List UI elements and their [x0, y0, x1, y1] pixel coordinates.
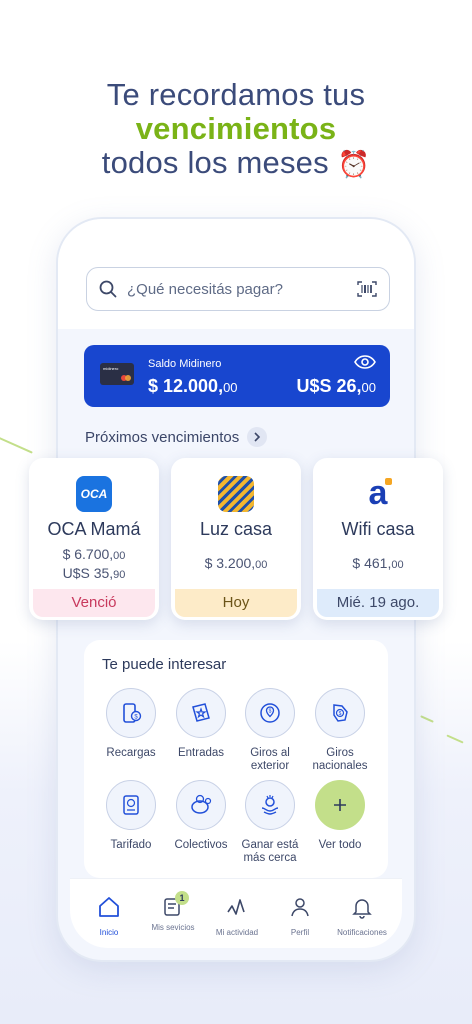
amount-main: U$S 35,	[62, 565, 114, 581]
due-status-badge: Venció	[33, 589, 155, 617]
logo-accent-dot	[385, 478, 392, 485]
headline-line3-text: todos los meses	[101, 145, 329, 180]
due-card-name: OCA Mamá	[47, 519, 141, 539]
nav-label: Perfil	[290, 928, 310, 937]
phone-recharge-icon: $	[106, 688, 156, 738]
chevron-right-icon[interactable]	[247, 427, 268, 447]
globe-transfer-icon: $	[245, 688, 295, 738]
bell-icon	[352, 899, 372, 919]
headline-line3: todos los meses ⏰	[0, 146, 472, 181]
nav-icon-wrap: 1	[140, 891, 206, 919]
tile-ganar[interactable]: Ganar está más cerca	[235, 780, 305, 865]
oca-logo-icon: OCA	[76, 476, 112, 512]
card-logo-circle	[125, 375, 131, 381]
amount-main: $ 3.200,	[204, 555, 256, 571]
amount-cents: 00	[391, 559, 404, 571]
tile-label: Giros nacionales	[312, 747, 368, 772]
nav-label: Notificaciones	[337, 928, 387, 937]
amount-main: $ 6.700,	[62, 546, 114, 562]
tile-label: Colectivos	[174, 839, 228, 851]
due-card-oca[interactable]: OCA OCA Mamá $ 6.700,00 U$S 35,90 Venció	[29, 458, 159, 620]
balance-usd-cents: 00	[361, 380, 376, 395]
due-card-amount: $ 6.700,00	[29, 546, 159, 562]
tile-colectivos[interactable]: Colectivos	[166, 780, 236, 852]
piggy-bank-icon	[176, 780, 226, 830]
nav-inicio[interactable]: Inicio	[76, 895, 142, 937]
plus-icon	[315, 780, 365, 830]
balance-pesos: $ 12.000,00	[148, 376, 238, 397]
search-placeholder: ¿Qué necesitás pagar?	[127, 280, 283, 298]
notification-badge: 1	[175, 891, 189, 905]
nav-mi-actividad[interactable]: Mi actividad	[204, 895, 270, 937]
balance-usd-main: U$S 26,	[296, 376, 362, 396]
svg-text:$: $	[339, 711, 342, 717]
due-card-name: Wifi casa	[341, 519, 415, 539]
balance-card[interactable]: midinero Saldo Midinero $ 12.000,00 U$S …	[84, 345, 390, 407]
due-card-luz[interactable]: Luz casa $ 3.200,00 Hoy	[171, 458, 301, 620]
nav-perfil[interactable]: Perfil	[267, 895, 333, 937]
due-status-badge: Hoy	[175, 589, 297, 617]
tile-giros-exterior[interactable]: $ Giros al exterior	[235, 688, 305, 773]
alarm-clock-icon: ⏰	[337, 149, 371, 179]
tile-recargas[interactable]: $ Recargas	[96, 688, 166, 760]
national-transfer-icon: $	[315, 688, 365, 738]
tariff-icon	[106, 780, 156, 830]
balance-dollars: U$S 26,00	[296, 376, 376, 397]
amount-main: $ 461,	[352, 555, 392, 571]
tile-ver-todo[interactable]: Ver todo	[305, 780, 375, 852]
headline-line1: Te recordamos tus	[106, 77, 366, 112]
due-card-amount: $ 3.200,00	[171, 555, 301, 571]
due-card-wifi[interactable]: a Wifi casa $ 461,00 Mié. 19 ago.	[313, 458, 443, 620]
amount-cents: 90	[113, 569, 126, 581]
tile-label: Ver todo	[318, 839, 362, 851]
activity-icon	[227, 899, 245, 915]
due-card-amount: $ 461,00	[313, 555, 443, 571]
nav-notificaciones[interactable]: Notificaciones	[329, 895, 395, 937]
tile-giros-nacionales[interactable]: $ Giros nacionales	[305, 688, 375, 773]
due-status-badge: Mié. 19 ago.	[317, 589, 439, 617]
nav-label: Inicio	[99, 928, 119, 937]
upcoming-title: Próximos vencimientos	[85, 428, 240, 446]
tile-label: Tarifado	[110, 839, 152, 851]
promo-headline: Te recordamos tus vencimientos todos los…	[0, 78, 472, 181]
lottery-icon	[245, 780, 295, 830]
search-bar[interactable]: ¿Qué necesitás pagar?	[86, 267, 390, 311]
interest-section: Te puede interesar $ Recargas Entradas $…	[84, 640, 388, 878]
tile-label: Recargas	[106, 747, 156, 759]
tile-label: Ganar está más cerca	[241, 839, 299, 864]
card-thumbnail: midinero	[100, 363, 134, 385]
tile-tarifado[interactable]: Tarifado	[96, 780, 166, 852]
nav-label: Mis sevicios	[151, 923, 195, 932]
nav-label: Mi actividad	[215, 928, 259, 937]
home-icon	[99, 897, 119, 917]
upcoming-header[interactable]: Próximos vencimientos	[85, 427, 268, 447]
interest-title: Te puede interesar	[102, 656, 227, 673]
decoration-line	[0, 436, 33, 454]
ticket-star-icon	[176, 688, 226, 738]
amount-cents: 00	[255, 559, 268, 571]
headline-accent: vencimientos	[135, 111, 337, 146]
barcode-scan-icon[interactable]	[357, 281, 377, 297]
search-icon	[99, 280, 117, 298]
ute-logo-icon	[218, 476, 254, 512]
tile-label: Giros al exterior	[250, 747, 290, 772]
profile-icon	[291, 898, 309, 917]
balance-pesos-main: $ 12.000,	[148, 376, 224, 396]
due-card-amount-usd: U$S 35,90	[29, 565, 159, 581]
amount-cents: 00	[113, 550, 126, 562]
bottom-nav: Inicio 1 Mis sevicios Mi actividad Perfi…	[70, 878, 402, 948]
nav-mis-servicios[interactable]: 1 Mis sevicios	[140, 891, 206, 932]
tile-entradas[interactable]: Entradas	[166, 688, 236, 760]
svg-text:$: $	[269, 709, 272, 715]
card-brand: midinero	[103, 366, 119, 371]
balance-pesos-cents: 00	[223, 380, 238, 395]
antel-logo-icon: a	[360, 476, 396, 512]
eye-icon[interactable]	[354, 355, 376, 369]
balance-title: Saldo Midinero	[148, 358, 222, 370]
due-card-name: Luz casa	[199, 519, 273, 539]
tile-label: Entradas	[177, 747, 225, 759]
